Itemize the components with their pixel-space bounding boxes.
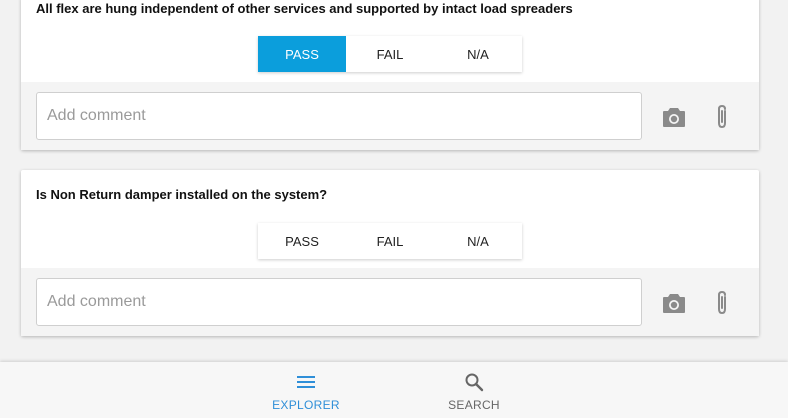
checklist-item-card: All flex are hung independent of other s…	[21, 0, 759, 150]
nav-explorer-label: EXPLORER	[272, 398, 340, 412]
pass-button[interactable]: PASS	[258, 36, 346, 72]
comment-area	[21, 268, 759, 336]
comment-input[interactable]	[36, 278, 642, 326]
nav-explorer[interactable]: EXPLORER	[256, 372, 356, 412]
pass-fail-na-selector: PASS FAIL N/A	[258, 223, 522, 259]
comment-input[interactable]	[36, 92, 642, 140]
fail-button[interactable]: FAIL	[346, 36, 434, 72]
na-button[interactable]: N/A	[434, 36, 522, 72]
na-button[interactable]: N/A	[434, 223, 522, 259]
camera-icon[interactable]	[661, 290, 687, 316]
question-text: Is Non Return damper installed on the sy…	[36, 187, 328, 202]
checklist-item-card: Is Non Return damper installed on the sy…	[21, 170, 759, 336]
fail-button[interactable]: FAIL	[346, 223, 434, 259]
pass-fail-na-selector: PASS FAIL N/A	[258, 36, 522, 72]
search-icon	[464, 372, 484, 395]
nav-search-label: SEARCH	[448, 398, 500, 412]
nav-search[interactable]: SEARCH	[424, 372, 524, 412]
question-text: All flex are hung independent of other s…	[36, 1, 573, 16]
pass-button[interactable]: PASS	[258, 223, 346, 259]
bottom-navigation: EXPLORER SEARCH	[0, 362, 788, 418]
paperclip-icon[interactable]	[709, 104, 735, 130]
comment-area	[21, 82, 759, 150]
menu-icon	[296, 375, 316, 392]
paperclip-icon[interactable]	[709, 290, 735, 316]
camera-icon[interactable]	[661, 104, 687, 130]
